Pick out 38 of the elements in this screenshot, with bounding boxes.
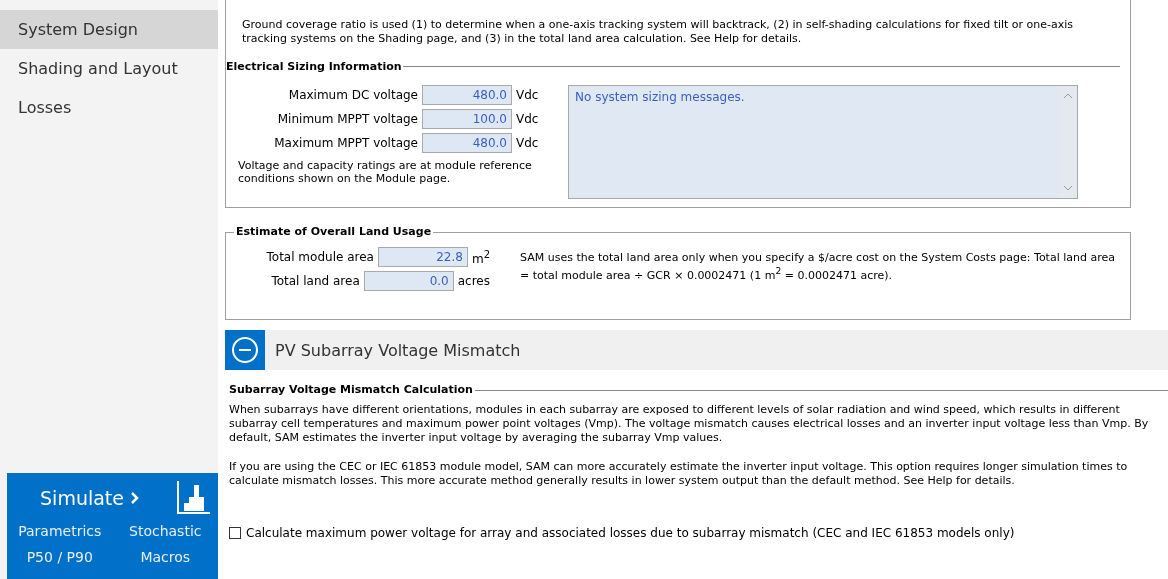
- macro-link[interactable]: P50 / P90: [7, 549, 113, 565]
- macro-link[interactable]: Stochastic: [112, 523, 218, 539]
- unit-label: Vdc: [516, 87, 539, 102]
- macro-link[interactable]: Macros: [112, 549, 218, 565]
- chevron-icon: [130, 491, 140, 505]
- messages-text: No system sizing messages.: [575, 89, 745, 104]
- input-field[interactable]: 0.0: [363, 271, 454, 291]
- field-label: Total module area: [265, 250, 374, 264]
- field-label: Maximum MPPT voltage: [273, 135, 418, 150]
- sidebar-item[interactable]: Shading and Layout: [0, 49, 218, 88]
- unit-label: Vdc: [516, 135, 539, 150]
- checkbox[interactable]: [229, 526, 241, 539]
- land-area-note: SAM uses the total land area only when you specify a $/acre cost on the System Costs page: Total land area = total module area ÷ GCR × 0.0002471 (1 m$^{2}$ = 0.0002471 acre).: [520, 251, 1116, 284]
- field-label: Minimum MPPT voltage: [276, 111, 418, 126]
- sidebar-item[interactable]: Losses: [0, 88, 218, 127]
- sidebar-item[interactable]: System Design: [0, 10, 218, 49]
- checkbox-label[interactable]: Calculate maximum power voltage for array and associated losses due to subarray mismatch (CEC and IEC 61853 models only): [246, 525, 1015, 540]
- input-field[interactable]: 22.8: [377, 247, 468, 267]
- unit-label: m$^{2}$: [471, 248, 490, 266]
- ratings-note: Voltage and capacity ratings are at module reference conditions shown on the Module page.: [237, 158, 533, 186]
- input-field[interactable]: 480.0: [422, 84, 512, 105]
- collapse-button[interactable]: [225, 330, 265, 370]
- simulate-button[interactable]: Simulate: [40, 487, 140, 509]
- group-title: Estimate of Overall Land Usage: [234, 225, 434, 238]
- group-title: Subarray Voltage Mismatch Calculation: [225, 383, 475, 396]
- paragraph: If you are using the CEC or IEC 61853 module model, SAM can more accurately estimate the inverter input voltage. This option requires longer simulation times to calculate mismatch losses. This more accurate method generally results in lower system output than the default method. See Help for details.: [229, 460, 1129, 488]
- bar-chart-icon[interactable]: [176, 481, 210, 515]
- group-title: Electrical Sizing Information: [225, 59, 403, 73]
- unit-label: Vdc: [516, 111, 539, 126]
- input-field[interactable]: 480.0: [422, 132, 512, 153]
- section-title: PV Subarray Voltage Mismatch: [275, 340, 521, 360]
- input-field[interactable]: 100.0: [422, 108, 512, 129]
- macro-link[interactable]: Parametrics: [7, 523, 113, 539]
- field-label: Maximum DC voltage: [287, 87, 418, 102]
- field-label: Total land area: [270, 274, 360, 288]
- tracking-note: Ground coverage ratio is used (1) to determine when a one-axis tracking system will backtrack, (2) in self-shading calculations for fixed tilt or one-axis tracking systems on the Shading page, and (3) in the total land area calculation. See Help for details.: [242, 18, 1075, 46]
- paragraph: When subarrays have different orientations, modules in each subarray are exposed to different levels of solar radiation and wind speed, which results in different subarray cell temperatures and maximum power point voltages (Vmp). The voltage mismatch causes electrical losses and an inverter input voltage less than Vmp. By default, SAM estimates the inverter input voltage by averaging the subarray Vmp values.: [229, 403, 1150, 445]
- unit-label: acres: [457, 274, 490, 288]
